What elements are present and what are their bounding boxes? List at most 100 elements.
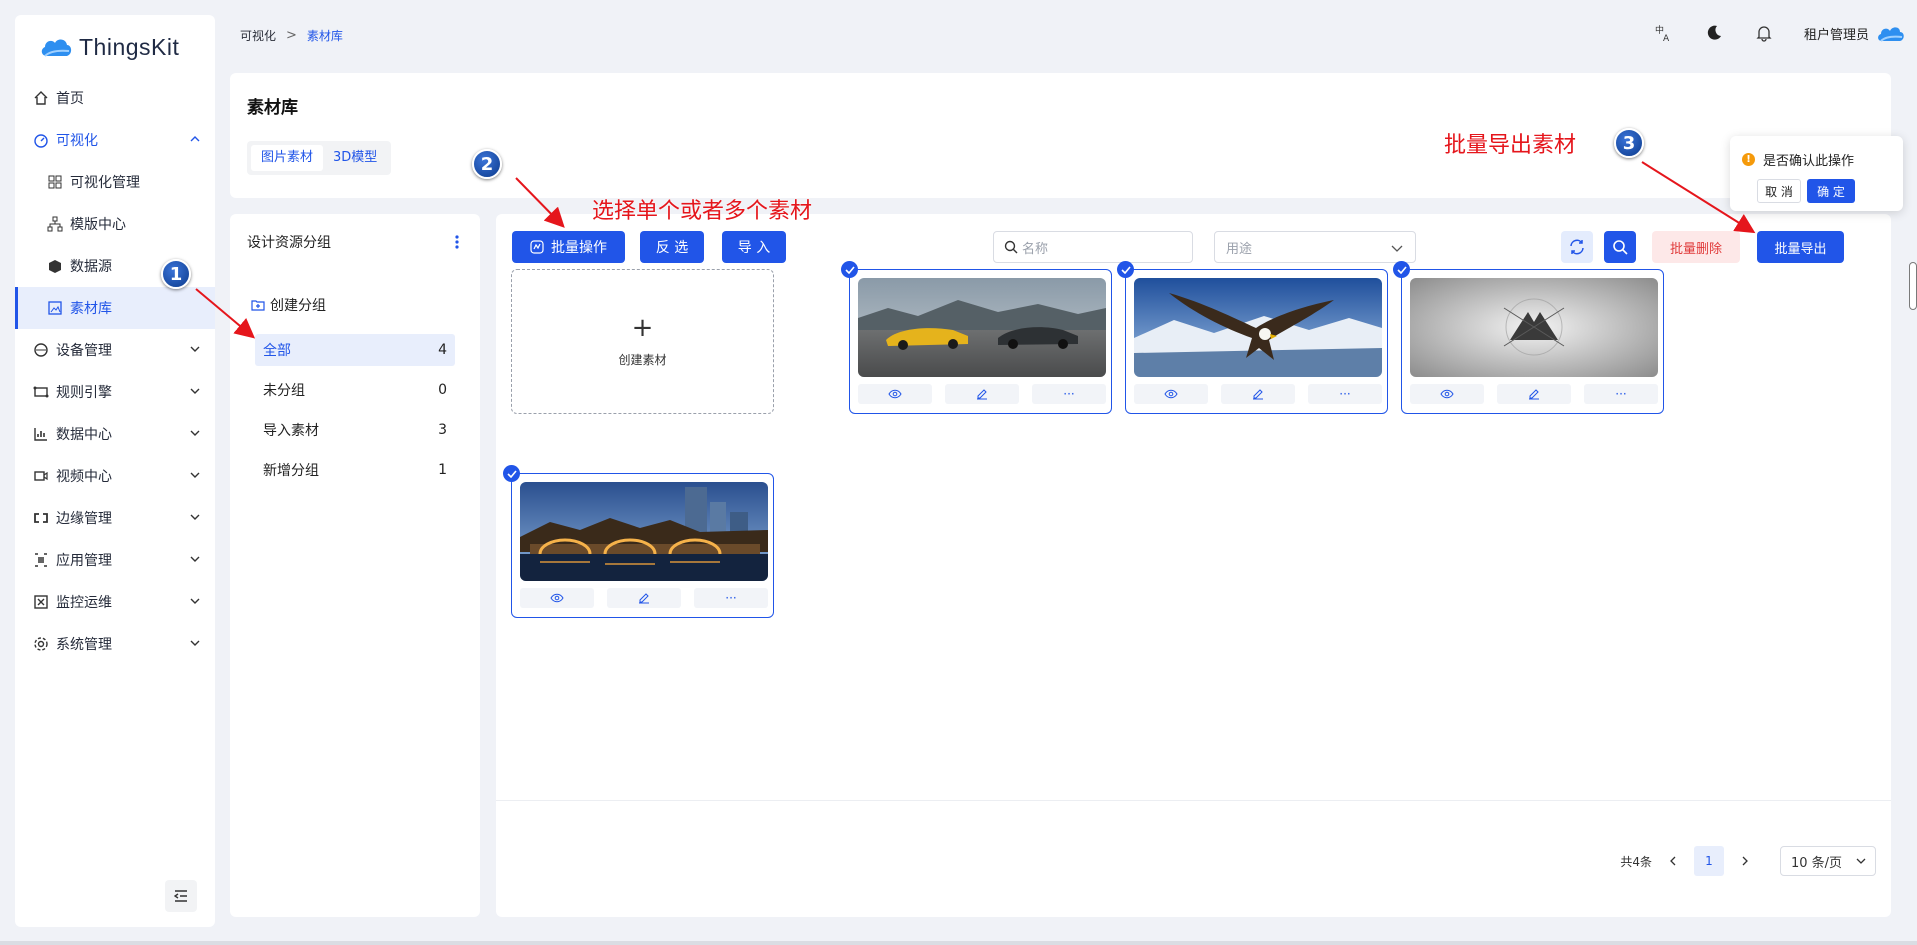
next-page-button[interactable] <box>1730 846 1760 876</box>
sidebar-item-app-management[interactable]: 应用管理 <box>15 539 215 581</box>
confirm-cancel-button[interactable]: 取 消 <box>1757 179 1801 203</box>
sidebar-menu: 首页 可视化 可视化管理 模版中心 数据源 素材库 设备管理 规则引擎 数据中心… <box>15 77 215 665</box>
search-button[interactable] <box>1604 231 1636 263</box>
more-button[interactable]: ··· <box>1308 384 1382 404</box>
breadcrumb-parent[interactable]: 可视化 <box>240 27 276 44</box>
edit-button[interactable] <box>1497 384 1571 404</box>
tab-3d-models[interactable]: 3D模型 <box>323 145 387 171</box>
material-thumbnail[interactable] <box>520 482 768 581</box>
search-input[interactable]: 名称 <box>993 231 1193 263</box>
page-number-current[interactable]: 1 <box>1694 846 1724 876</box>
material-thumbnail[interactable] <box>1134 278 1382 377</box>
confirm-message: ! 是否确认此操作 <box>1742 150 1854 169</box>
annotation-step-2: 2 <box>472 149 502 179</box>
avatar[interactable] <box>1877 22 1905 44</box>
dashboard-icon <box>34 134 48 148</box>
breadcrumb-current: 素材库 <box>306 29 343 43</box>
sidebar-item-monitoring[interactable]: 监控运维 <box>15 581 215 623</box>
app-name: ThingsKit <box>79 33 180 60</box>
bottom-bar <box>0 941 1917 945</box>
page-scrollbar[interactable] <box>1909 262 1917 310</box>
chevron-down-icon <box>1856 858 1866 864</box>
group-item-imported[interactable]: 导入素材 3 <box>255 414 455 446</box>
chevron-left-icon <box>1670 856 1676 866</box>
material-thumbnail[interactable] <box>858 278 1106 377</box>
grid-icon <box>48 175 62 189</box>
preview-button[interactable] <box>858 384 932 404</box>
import-label: 导 入 <box>737 240 771 256</box>
header-actions: 中A 租户管理员 <box>1624 22 1905 44</box>
sidebar-item-rule-engine[interactable]: 规则引擎 <box>15 371 215 413</box>
sidebar-item-video-center[interactable]: 视频中心 <box>15 455 215 497</box>
confirm-ok-button[interactable]: 确 定 <box>1807 179 1855 203</box>
page-size-select[interactable]: 10 条/页 <box>1780 846 1876 876</box>
app-logo[interactable]: ThingsKit <box>15 15 215 67</box>
chevron-down-icon <box>190 472 200 478</box>
sidebar-item-label: 边缘管理 <box>56 511 112 527</box>
material-card[interactable]: ··· <box>1393 261 1664 414</box>
sidebar-item-device-management[interactable]: 设备管理 <box>15 329 215 371</box>
chevron-down-icon <box>190 346 200 352</box>
material-card[interactable]: ··· <box>1117 261 1388 414</box>
more-vertical-icon[interactable] <box>454 234 460 250</box>
prev-page-button[interactable] <box>1658 846 1688 876</box>
batch-operation-label: 批量操作 <box>551 240 607 256</box>
sidebar-item-template-center[interactable]: 模版中心 <box>15 203 215 245</box>
create-group-button[interactable]: 创建分组 <box>251 295 326 315</box>
more-button[interactable]: ··· <box>694 588 768 608</box>
more-button[interactable]: ··· <box>1584 384 1658 404</box>
sidebar-item-visualization-management[interactable]: 可视化管理 <box>15 161 215 203</box>
sidebar-item-data-center[interactable]: 数据中心 <box>15 413 215 455</box>
confirm-message-text: 是否确认此操作 <box>1763 154 1855 169</box>
tab-image-materials[interactable]: 图片素材 <box>251 145 324 171</box>
folder-add-icon <box>251 300 265 311</box>
material-thumbnail[interactable] <box>1410 278 1658 377</box>
sidebar-item-label: 监控运维 <box>56 595 112 611</box>
preview-button[interactable] <box>1134 384 1208 404</box>
sidebar-item-visualization[interactable]: 可视化 <box>15 119 215 161</box>
edit-button[interactable] <box>945 384 1019 404</box>
content-divider <box>496 800 1891 801</box>
collapse-sidebar-button[interactable] <box>165 880 197 912</box>
check-icon[interactable] <box>1393 261 1410 278</box>
edit-icon <box>639 593 649 604</box>
app-icon <box>35 553 47 567</box>
material-content: 批量操作 反 选 导 入 名称 用途 批量删除 批量导出 + 创建素材 ··· … <box>496 214 1891 917</box>
sidebar-item-label: 规则引擎 <box>56 385 112 401</box>
batch-operation-button[interactable]: 批量操作 <box>512 231 625 263</box>
sidebar-item-home[interactable]: 首页 <box>15 77 215 119</box>
batch-delete-button[interactable]: 批量删除 <box>1652 231 1740 263</box>
purpose-placeholder: 用途 <box>1226 241 1253 257</box>
material-card[interactable]: ··· <box>503 465 774 618</box>
warning-icon: ! <box>1742 153 1755 166</box>
bell-icon[interactable] <box>1754 23 1774 43</box>
edit-icon <box>1529 389 1539 400</box>
check-icon[interactable] <box>1117 261 1134 278</box>
import-button[interactable]: 导 入 <box>722 231 786 263</box>
check-icon[interactable] <box>503 465 520 482</box>
edit-button[interactable] <box>1221 384 1295 404</box>
sidebar-item-system-management[interactable]: 系统管理 <box>15 623 215 665</box>
create-material-card[interactable]: + 创建素材 <box>511 269 774 414</box>
refresh-button[interactable] <box>1561 231 1593 263</box>
sidebar-item-material-library[interactable]: 素材库 <box>15 287 215 329</box>
group-item-all[interactable]: 全部 4 <box>255 334 455 366</box>
purpose-select[interactable]: 用途 <box>1214 231 1416 263</box>
group-item-new-group[interactable]: 新增分组 1 <box>255 454 455 486</box>
check-icon[interactable] <box>841 261 858 278</box>
moon-icon[interactable] <box>1704 23 1724 43</box>
more-button[interactable]: ··· <box>1032 384 1106 404</box>
sidebar-item-label: 应用管理 <box>56 553 112 569</box>
translate-icon[interactable]: 中A <box>1654 23 1674 43</box>
invert-selection-button[interactable]: 反 选 <box>640 231 704 263</box>
batch-export-button[interactable]: 批量导出 <box>1757 231 1844 263</box>
preview-button[interactable] <box>520 588 594 608</box>
group-count: 3 <box>438 422 447 438</box>
preview-button[interactable] <box>1410 384 1484 404</box>
edit-button[interactable] <box>607 588 681 608</box>
material-card[interactable]: ··· <box>841 261 1112 414</box>
sidebar-item-edge-management[interactable]: 边缘管理 <box>15 497 215 539</box>
user-name[interactable]: 租户管理员 <box>1804 24 1869 43</box>
annotation-step-1: 1 <box>161 259 191 289</box>
group-item-ungrouped[interactable]: 未分组 0 <box>255 374 455 406</box>
